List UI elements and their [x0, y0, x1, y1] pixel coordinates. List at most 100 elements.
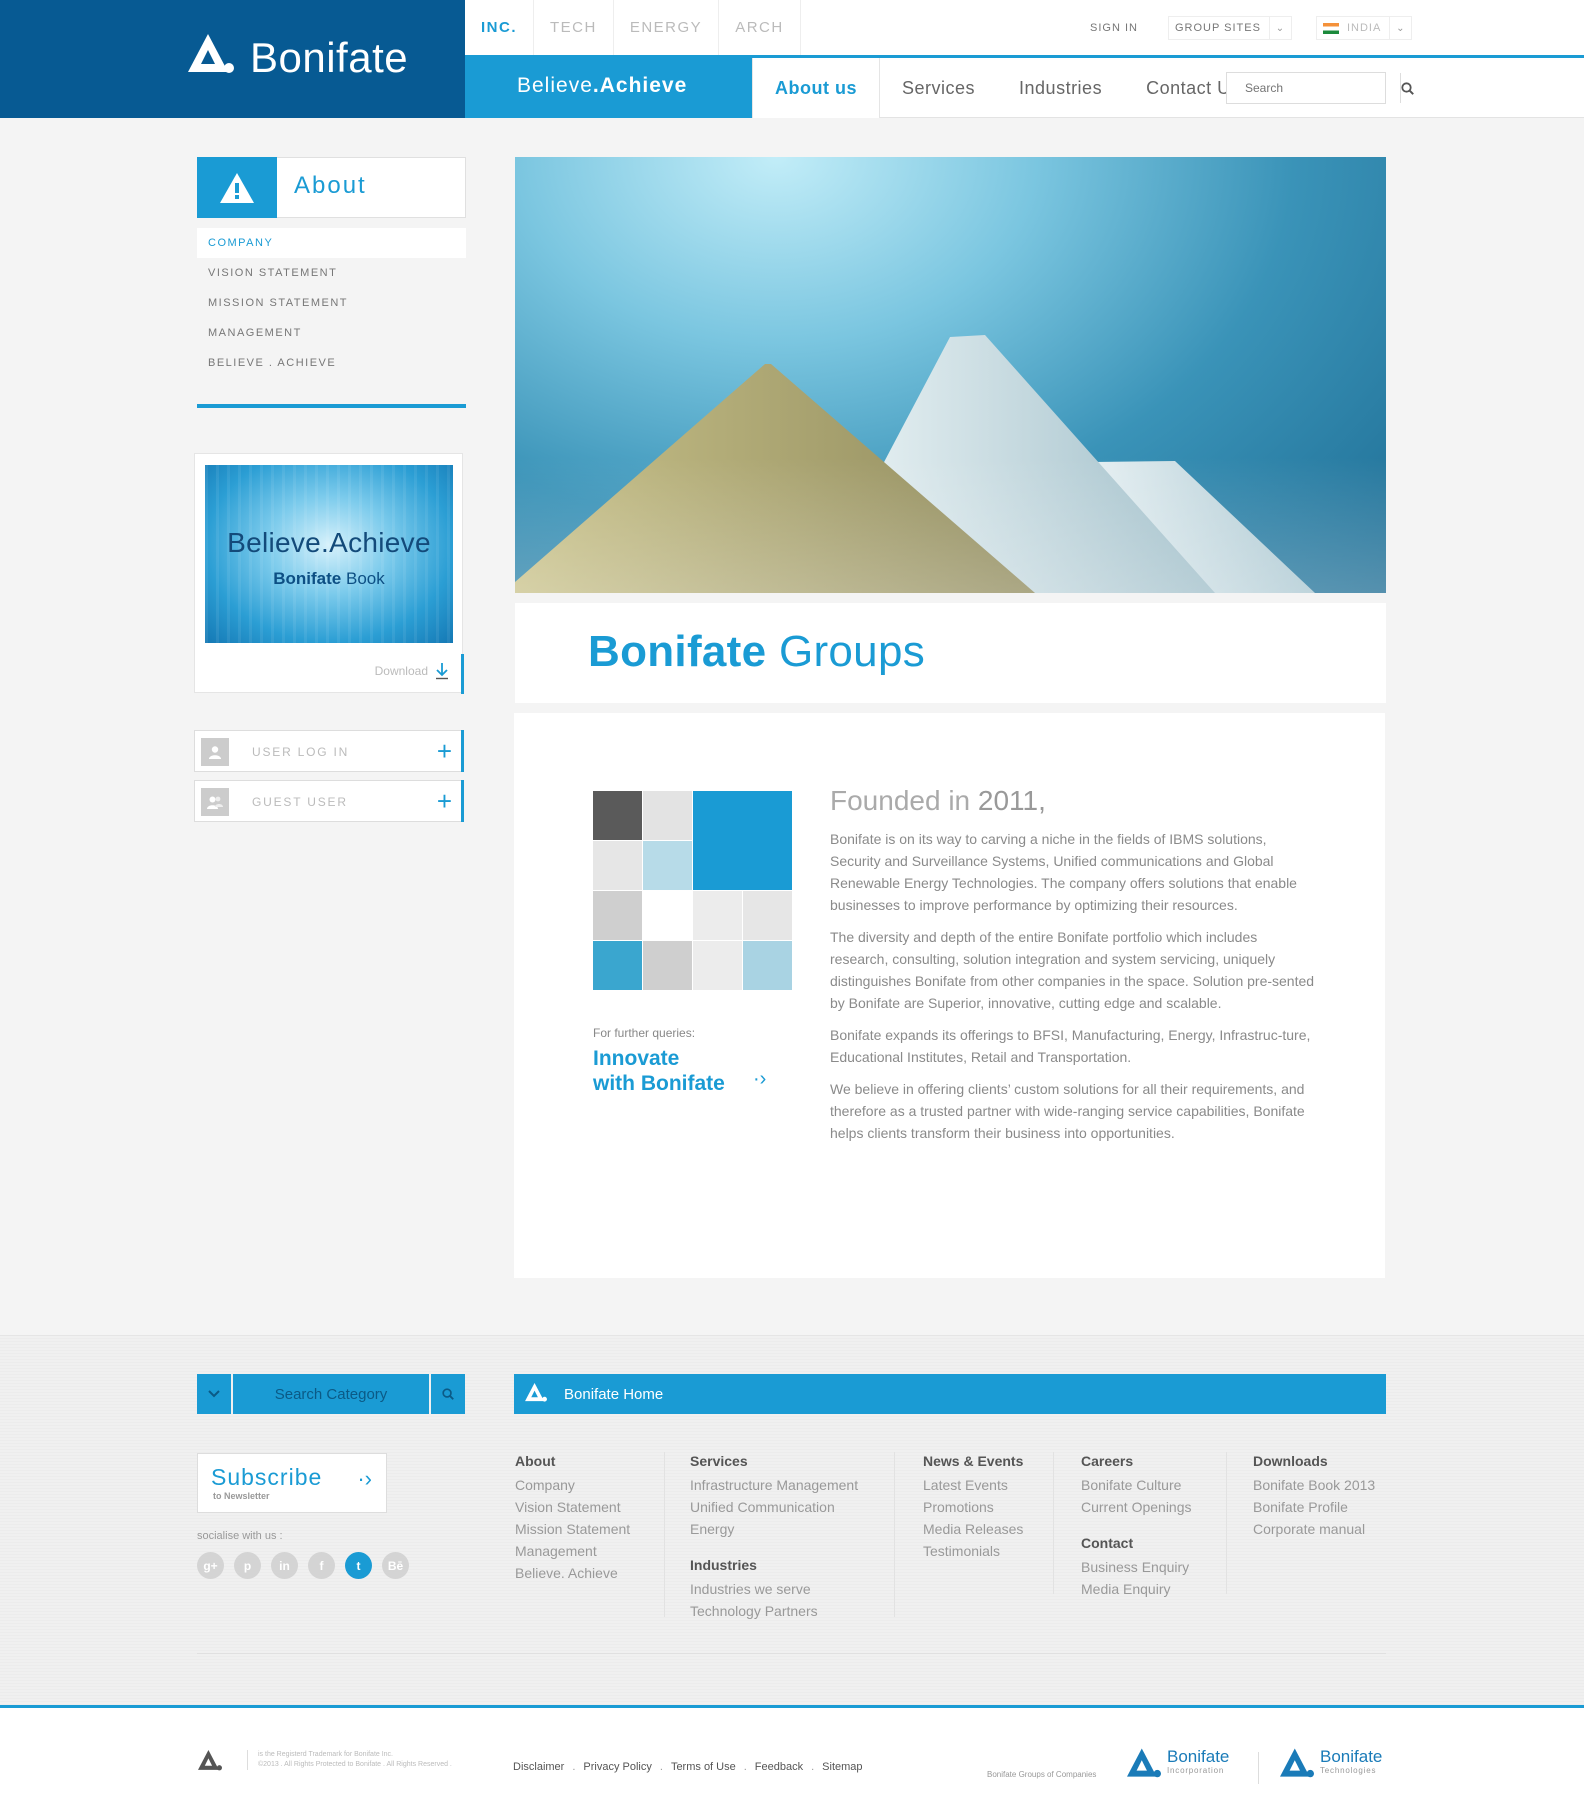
footer-heading[interactable]: About: [515, 1450, 630, 1472]
footer-link[interactable]: Energy: [690, 1518, 858, 1540]
google-plus-icon[interactable]: g+: [197, 1552, 224, 1579]
side-menu-item-company[interactable]: COMPANY: [197, 228, 466, 258]
nav-about-us[interactable]: About us: [752, 58, 880, 118]
sitemap-link[interactable]: Sitemap: [822, 1761, 862, 1773]
footer-link[interactable]: Bonifate Culture: [1081, 1474, 1192, 1496]
linkedin-icon[interactable]: in: [271, 1552, 298, 1579]
side-menu-item-vision[interactable]: VISION STATEMENT: [197, 258, 466, 288]
footer-link[interactable]: Vision Statement: [515, 1496, 630, 1518]
group-sites-dropdown[interactable]: GROUP SITES ⌄: [1167, 16, 1292, 40]
footer-link[interactable]: Promotions: [923, 1496, 1023, 1518]
side-menu-item-management[interactable]: MANAGEMENT: [197, 318, 466, 348]
category-search-input[interactable]: Search Category: [233, 1374, 429, 1414]
main-nav: About us Services Industries Contact Us: [752, 58, 1262, 118]
company-logo-technologies[interactable]: Bonifate Technologies: [1280, 1748, 1382, 1780]
footer-link[interactable]: Industries we serve: [690, 1578, 858, 1600]
page-title: Bonifate Groups: [588, 627, 925, 677]
twitter-icon[interactable]: t: [345, 1552, 372, 1579]
privacy-policy-link[interactable]: Privacy Policy: [583, 1761, 651, 1773]
mosaic-tile: [593, 841, 642, 890]
footer-link[interactable]: Testimonials: [923, 1540, 1023, 1562]
pinterest-icon[interactable]: p: [234, 1552, 261, 1579]
book-cover-title: Believe.Achieve: [227, 527, 431, 558]
search-button[interactable]: [1400, 73, 1414, 103]
color-mosaic-graphic: [593, 791, 792, 990]
mosaic-tile: [643, 891, 692, 940]
footer-link[interactable]: Media Releases: [923, 1518, 1023, 1540]
footer-link[interactable]: Company: [515, 1474, 630, 1496]
category-search-button[interactable]: [429, 1374, 465, 1414]
footer-link[interactable]: Latest Events: [923, 1474, 1023, 1496]
category-search: Search Category: [197, 1374, 465, 1414]
brand-name: Bonifate: [250, 34, 409, 81]
footer-column-divider: [894, 1452, 895, 1617]
footer-link[interactable]: Technology Partners: [690, 1600, 858, 1622]
company-name: Bonifate: [1320, 1747, 1383, 1766]
queries-line-2: with Bonifate: [593, 1072, 725, 1095]
footer-column-divider: [664, 1452, 665, 1617]
login-accent: [461, 780, 464, 822]
footer-link[interactable]: Corporate manual: [1253, 1518, 1375, 1540]
queries-cta[interactable]: For further queries: Innovate with Bonif…: [593, 1026, 766, 1096]
book-cover-image[interactable]: Believe.Achieve Bonifate Book: [205, 465, 453, 643]
legal-text: is the Registerd Trademark for Bonifate …: [247, 1750, 452, 1770]
footer-link[interactable]: Media Enquiry: [1081, 1578, 1192, 1600]
footer-link[interactable]: Management: [515, 1540, 630, 1562]
footer-heading[interactable]: News & Events: [923, 1450, 1023, 1472]
footer-heading[interactable]: Downloads: [1253, 1450, 1375, 1472]
footer-link[interactable]: Bonifate Book 2013: [1253, 1474, 1375, 1496]
footer-col-about: About Company Vision Statement Mission S…: [515, 1450, 630, 1584]
disclaimer-link[interactable]: Disclaimer: [513, 1761, 564, 1773]
about-section-header: About: [197, 157, 466, 218]
subsite-tab-arch[interactable]: ARCH: [719, 0, 801, 55]
user-login-button[interactable]: USER LOG IN +: [194, 730, 464, 772]
search-icon: [1401, 81, 1414, 95]
queries-label: For further queries:: [593, 1026, 696, 1040]
search-input[interactable]: [1227, 73, 1400, 103]
download-link[interactable]: Download: [375, 664, 428, 678]
country-dropdown[interactable]: INDIA ⌄: [1315, 16, 1413, 40]
footer-link[interactable]: Unified Communication: [690, 1496, 858, 1518]
footer-heading[interactable]: Services: [690, 1450, 858, 1472]
behance-icon[interactable]: Bē: [382, 1552, 409, 1579]
footer-column-divider: [1053, 1452, 1054, 1594]
terms-of-use-link[interactable]: Terms of Use: [671, 1761, 736, 1773]
footer-link[interactable]: Believe. Achieve: [515, 1562, 630, 1584]
nav-industries[interactable]: Industries: [997, 58, 1124, 118]
subscribe-button[interactable]: Subscribe to Newsletter ·›: [197, 1453, 387, 1513]
footer-link[interactable]: Infrastructure Management: [690, 1474, 858, 1496]
subsite-tab-energy[interactable]: ENERGY: [614, 0, 720, 55]
guest-user-button[interactable]: GUEST USER +: [194, 780, 464, 822]
nav-services[interactable]: Services: [880, 58, 997, 118]
download-icon[interactable]: [434, 662, 450, 680]
footer-link[interactable]: Mission Statement: [515, 1518, 630, 1540]
side-menu-item-believe-achieve[interactable]: BELIEVE . ACHIEVE: [197, 348, 466, 378]
bonifate-home-link[interactable]: Bonifate Home: [514, 1374, 1386, 1414]
footer-link[interactable]: Bonifate Profile: [1253, 1496, 1375, 1518]
company-description: Bonifate is on its way to carving a nich…: [830, 828, 1318, 1154]
book-card: Believe.Achieve Bonifate Book Download: [194, 453, 464, 694]
about-title: About: [294, 172, 367, 199]
footer-heading[interactable]: Careers: [1081, 1450, 1192, 1472]
company-name: Bonifate: [1167, 1747, 1230, 1766]
chevron-down-icon: [208, 1390, 220, 1398]
company-logo-incorporation[interactable]: Bonifate Incorporation: [1127, 1748, 1229, 1780]
mosaic-tile: [643, 941, 692, 990]
guest-user-label: GUEST USER: [252, 795, 348, 809]
side-menu-item-mission[interactable]: MISSION STATEMENT: [197, 288, 466, 318]
footer-link[interactable]: Current Openings: [1081, 1496, 1192, 1518]
footer-heading[interactable]: Industries: [690, 1554, 858, 1576]
footer-divider: [197, 1653, 1386, 1654]
subsite-tab-inc[interactable]: INC.: [465, 0, 534, 55]
facebook-icon[interactable]: f: [308, 1552, 335, 1579]
subsite-tab-tech[interactable]: TECH: [534, 0, 614, 55]
sign-in-link[interactable]: SIGN IN: [1090, 22, 1138, 34]
feedback-link[interactable]: Feedback: [755, 1761, 803, 1773]
mosaic-tile: [743, 941, 792, 990]
footer-heading[interactable]: Contact: [1081, 1532, 1192, 1554]
mosaic-tile: [593, 941, 642, 990]
subscribe-sublabel: to Newsletter: [213, 1491, 270, 1501]
category-dropdown-button[interactable]: [197, 1374, 233, 1414]
logo[interactable]: Bonifate: [0, 0, 465, 118]
footer-link[interactable]: Business Enquiry: [1081, 1556, 1192, 1578]
